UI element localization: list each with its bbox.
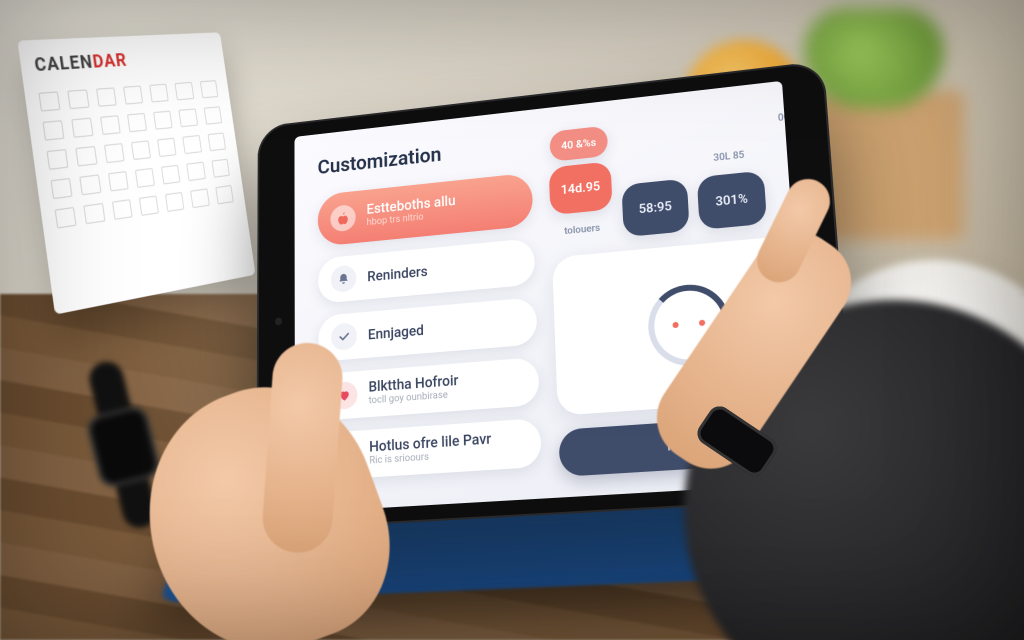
menu-item-eating-habits[interactable]: Estteboths allu hbop trs nltrio <box>318 172 534 246</box>
metric-chip-sub: tolouers <box>561 216 603 243</box>
menu-item-label: Ennjaged <box>368 322 424 343</box>
front-camera <box>275 317 282 325</box>
metric-chip-4: 30L 85 <box>707 143 751 171</box>
calendar-grid <box>38 80 233 228</box>
metric-chip-6: 00. lis <box>769 103 810 131</box>
page-title: Customization <box>318 134 532 180</box>
metric-chip-3[interactable]: 58:95 <box>621 178 689 237</box>
metric-chip-2[interactable]: 14d.95 <box>549 161 613 215</box>
metric-chip-1[interactable]: 40 &%s <box>549 125 608 161</box>
bell-icon <box>331 265 357 294</box>
desk-calendar: CALENDAR <box>17 32 255 314</box>
menu-item-reminders[interactable]: Reninders <box>318 238 535 304</box>
menu-item-behavior[interactable]: Blkttha Hofroir tocll goy ounbirase <box>319 357 540 421</box>
apple-icon <box>330 204 355 232</box>
menu-item-label: Reninders <box>367 263 428 285</box>
metric-chip-5[interactable]: 301% <box>697 170 767 230</box>
menu-item-engaged[interactable]: Ennjaged <box>318 297 537 362</box>
metric-chip-row: 40 &%s 14d.95 tolouers 58:95 30L 85 301%… <box>547 103 810 244</box>
check-icon <box>331 322 357 351</box>
calendar-label: CALENDAR <box>33 50 128 76</box>
